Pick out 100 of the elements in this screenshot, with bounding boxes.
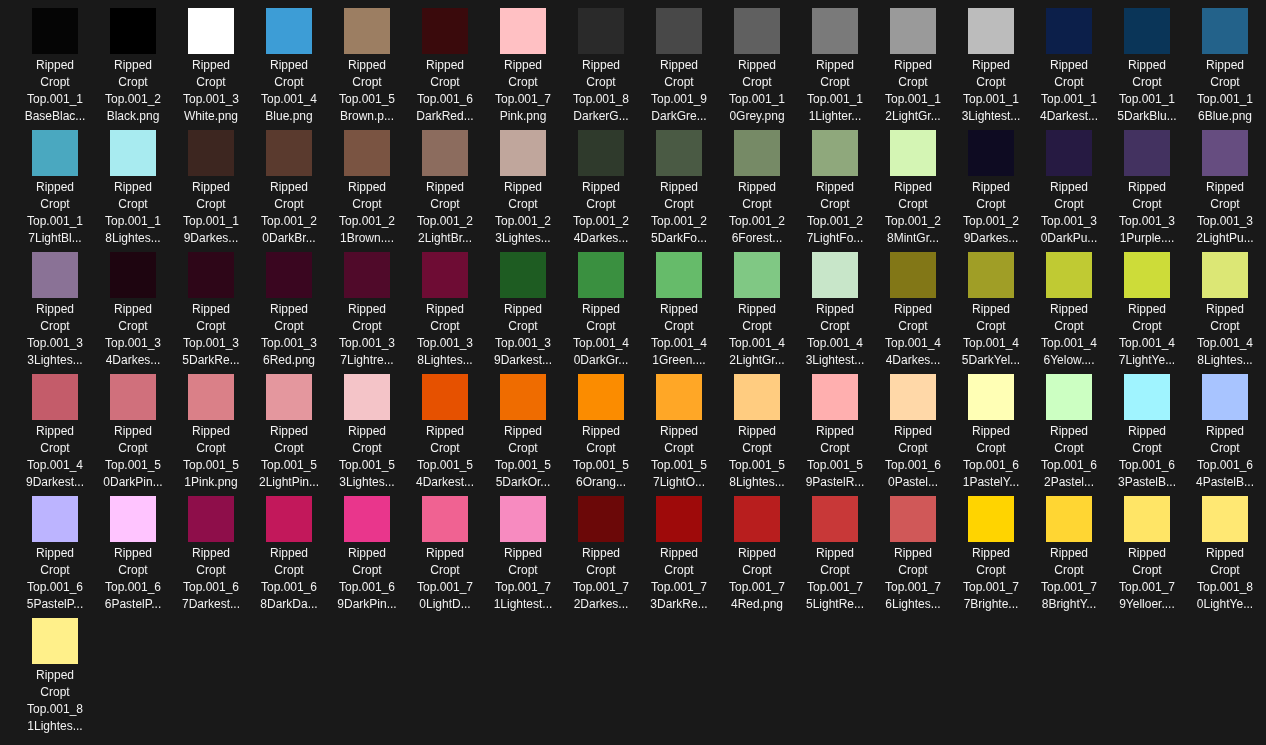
image-thumbnail[interactable]	[422, 130, 468, 176]
image-thumbnail[interactable]	[110, 8, 156, 54]
image-thumbnail[interactable]	[188, 496, 234, 542]
image-thumbnail[interactable]	[578, 374, 624, 420]
image-thumbnail[interactable]	[1046, 374, 1092, 420]
image-thumbnail[interactable]	[1202, 252, 1248, 298]
image-thumbnail[interactable]	[1202, 8, 1248, 54]
image-thumbnail[interactable]	[1202, 496, 1248, 542]
file-name: Ripped Cropt Top.001_2 0DarkBr...	[260, 179, 318, 247]
image-thumbnail[interactable]	[656, 8, 702, 54]
file-name: Ripped Cropt Top.001_7 7Brighte...	[962, 545, 1020, 613]
image-thumbnail[interactable]	[1202, 374, 1248, 420]
file-name: Ripped Cropt Top.001_7 6Lightes...	[884, 545, 942, 613]
file-name: Ripped Cropt Top.001_5 6Orang...	[572, 423, 630, 491]
image-thumbnail[interactable]	[578, 496, 624, 542]
image-thumbnail[interactable]	[968, 8, 1014, 54]
file-name: Ripped Cropt Top.001_7 9Yelloer....	[1118, 545, 1176, 613]
image-thumbnail[interactable]	[968, 374, 1014, 420]
file-name: Ripped Cropt Top.001_1 BaseBlac...	[24, 57, 86, 125]
file-name: Ripped Cropt Top.001_3 3Lightes...	[26, 301, 84, 369]
image-thumbnail[interactable]	[266, 374, 312, 420]
image-thumbnail[interactable]	[32, 130, 78, 176]
file-name: Ripped Cropt Top.001_6 DarkRed...	[416, 57, 474, 125]
image-thumbnail[interactable]	[656, 374, 702, 420]
image-thumbnail[interactable]	[266, 496, 312, 542]
image-thumbnail[interactable]	[1202, 130, 1248, 176]
image-thumbnail[interactable]	[344, 130, 390, 176]
image-thumbnail[interactable]	[110, 496, 156, 542]
image-thumbnail[interactable]	[968, 252, 1014, 298]
image-thumbnail[interactable]	[812, 496, 858, 542]
image-thumbnail[interactable]	[1046, 252, 1092, 298]
file-name: Ripped Cropt Top.001_3 9Darkest...	[494, 301, 552, 369]
image-thumbnail[interactable]	[266, 252, 312, 298]
image-thumbnail[interactable]	[656, 130, 702, 176]
file-name: Ripped Cropt Top.001_6 5PastelP...	[26, 545, 84, 613]
file-name: Ripped Cropt Top.001_3 8Lightes...	[416, 301, 474, 369]
image-thumbnail[interactable]	[188, 374, 234, 420]
image-thumbnail[interactable]	[188, 130, 234, 176]
image-thumbnail[interactable]	[1124, 252, 1170, 298]
image-thumbnail[interactable]	[890, 496, 936, 542]
image-thumbnail[interactable]	[500, 374, 546, 420]
image-thumbnail[interactable]	[32, 618, 78, 664]
image-thumbnail[interactable]	[500, 8, 546, 54]
image-thumbnail[interactable]	[500, 252, 546, 298]
image-thumbnail[interactable]	[734, 252, 780, 298]
image-thumbnail[interactable]	[344, 8, 390, 54]
image-thumbnail[interactable]	[734, 130, 780, 176]
image-thumbnail[interactable]	[188, 8, 234, 54]
file-name: Ripped Cropt Top.001_4 3Lightest...	[805, 301, 865, 369]
image-thumbnail[interactable]	[578, 130, 624, 176]
image-thumbnail[interactable]	[812, 374, 858, 420]
file-name: Ripped Cropt Top.001_2 7LightFo...	[806, 179, 864, 247]
file-name: Ripped Cropt Top.001_6 6PastelP...	[104, 545, 162, 613]
image-thumbnail[interactable]	[968, 496, 1014, 542]
file-name: Ripped Cropt Top.001_5 1Pink.png	[182, 423, 240, 491]
file-name: Ripped Cropt Top.001_8 0LightYe...	[1196, 545, 1254, 613]
file-name: Ripped Cropt Top.001_4 1Green....	[650, 301, 708, 369]
image-thumbnail[interactable]	[110, 130, 156, 176]
image-thumbnail[interactable]	[500, 496, 546, 542]
image-thumbnail[interactable]	[1124, 130, 1170, 176]
image-thumbnail[interactable]	[1046, 8, 1092, 54]
image-thumbnail[interactable]	[890, 8, 936, 54]
image-thumbnail[interactable]	[734, 496, 780, 542]
image-thumbnail[interactable]	[1046, 130, 1092, 176]
image-thumbnail[interactable]	[32, 374, 78, 420]
image-thumbnail[interactable]	[1124, 496, 1170, 542]
file-name: Ripped Cropt Top.001_6 9DarkPin...	[337, 545, 397, 613]
file-name: Ripped Cropt Top.001_8 DarkerG...	[572, 57, 630, 125]
image-thumbnail[interactable]	[422, 8, 468, 54]
file-name: Ripped Cropt Top.001_1 4Darkest...	[1040, 57, 1098, 125]
image-thumbnail[interactable]	[812, 252, 858, 298]
image-thumbnail[interactable]	[422, 252, 468, 298]
file-name: Ripped Cropt Top.001_3 0DarkPu...	[1040, 179, 1098, 247]
image-thumbnail[interactable]	[812, 130, 858, 176]
image-thumbnail[interactable]	[890, 130, 936, 176]
image-thumbnail[interactable]	[734, 374, 780, 420]
image-thumbnail[interactable]	[1124, 8, 1170, 54]
image-thumbnail[interactable]	[1124, 374, 1170, 420]
image-thumbnail[interactable]	[266, 8, 312, 54]
image-thumbnail[interactable]	[890, 252, 936, 298]
image-thumbnail[interactable]	[656, 252, 702, 298]
image-thumbnail[interactable]	[812, 8, 858, 54]
image-thumbnail[interactable]	[110, 374, 156, 420]
image-thumbnail[interactable]	[422, 374, 468, 420]
image-thumbnail[interactable]	[344, 252, 390, 298]
file-name: Ripped Cropt Top.001_6 0Pastel...	[884, 423, 942, 491]
image-thumbnail[interactable]	[266, 130, 312, 176]
file-name: Ripped Cropt Top.001_6 8DarkDa...	[260, 545, 318, 613]
image-thumbnail[interactable]	[1046, 496, 1092, 542]
image-thumbnail[interactable]	[734, 8, 780, 54]
image-thumbnail[interactable]	[578, 252, 624, 298]
image-thumbnail[interactable]	[32, 252, 78, 298]
image-thumbnail[interactable]	[500, 130, 546, 176]
file-name: Ripped Cropt Top.001_8 1Lightes...	[26, 667, 84, 735]
image-thumbnail[interactable]	[422, 496, 468, 542]
image-thumbnail[interactable]	[32, 496, 78, 542]
image-thumbnail[interactable]	[344, 374, 390, 420]
image-thumbnail[interactable]	[344, 496, 390, 542]
image-thumbnail[interactable]	[890, 374, 936, 420]
image-thumbnail[interactable]	[656, 496, 702, 542]
